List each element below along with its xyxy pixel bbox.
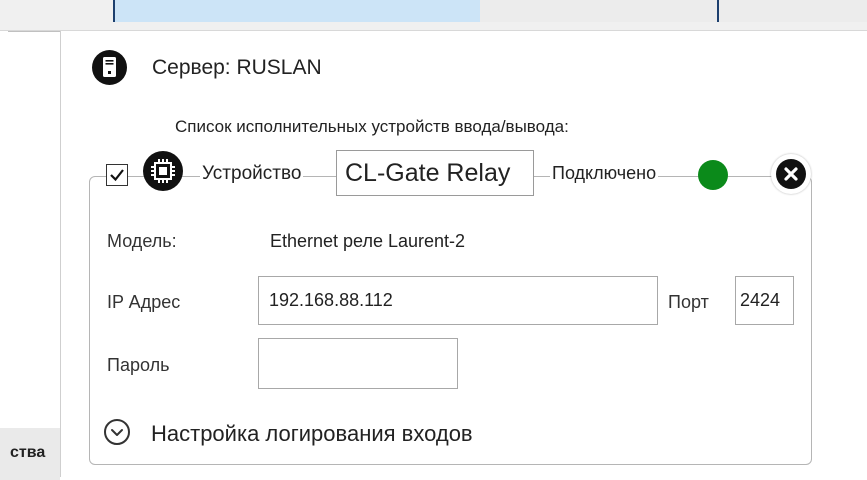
- tab-3[interactable]: [719, 0, 867, 22]
- device-enabled-checkbox[interactable]: [106, 164, 128, 186]
- chevron-down-circle-icon[interactable]: [104, 419, 130, 445]
- sidebar-divider: [8, 31, 60, 32]
- device-list-caption: Список исполнительных устройств ввода/вы…: [175, 117, 569, 136]
- device-name-field[interactable]: CL-Gate Relay: [336, 150, 534, 196]
- sidebar-item-label: ства: [10, 444, 46, 461]
- tab-1[interactable]: [113, 0, 482, 22]
- sidebar: ства: [0, 31, 61, 480]
- sidebar-item-devices[interactable]: ства: [0, 428, 60, 480]
- model-value: Ethernet реле Laurent-2: [270, 231, 466, 251]
- chip-icon: [143, 151, 183, 191]
- input-logging-expander[interactable]: Настройка логирования входов: [151, 421, 473, 447]
- device-label: Устройство: [200, 163, 304, 185]
- status-indicator-icon: [698, 160, 728, 190]
- port-input[interactable]: 2424: [735, 276, 794, 325]
- ip-label: IP Адрес: [107, 292, 181, 312]
- remove-device-button[interactable]: [771, 154, 811, 194]
- model-label: Модель:: [107, 231, 177, 251]
- close-icon: [776, 159, 806, 189]
- port-label: Порт: [668, 292, 709, 312]
- server-icon: [92, 50, 127, 85]
- tab-2[interactable]: [480, 0, 719, 22]
- server-title: Сервер: RUSLAN: [152, 56, 322, 79]
- password-label: Пароль: [107, 355, 170, 375]
- top-tab-strip: [0, 0, 867, 31]
- password-input[interactable]: [258, 338, 458, 389]
- ip-address-input[interactable]: 192.168.88.112: [258, 276, 658, 325]
- connection-status-text: Подключено: [550, 163, 659, 184]
